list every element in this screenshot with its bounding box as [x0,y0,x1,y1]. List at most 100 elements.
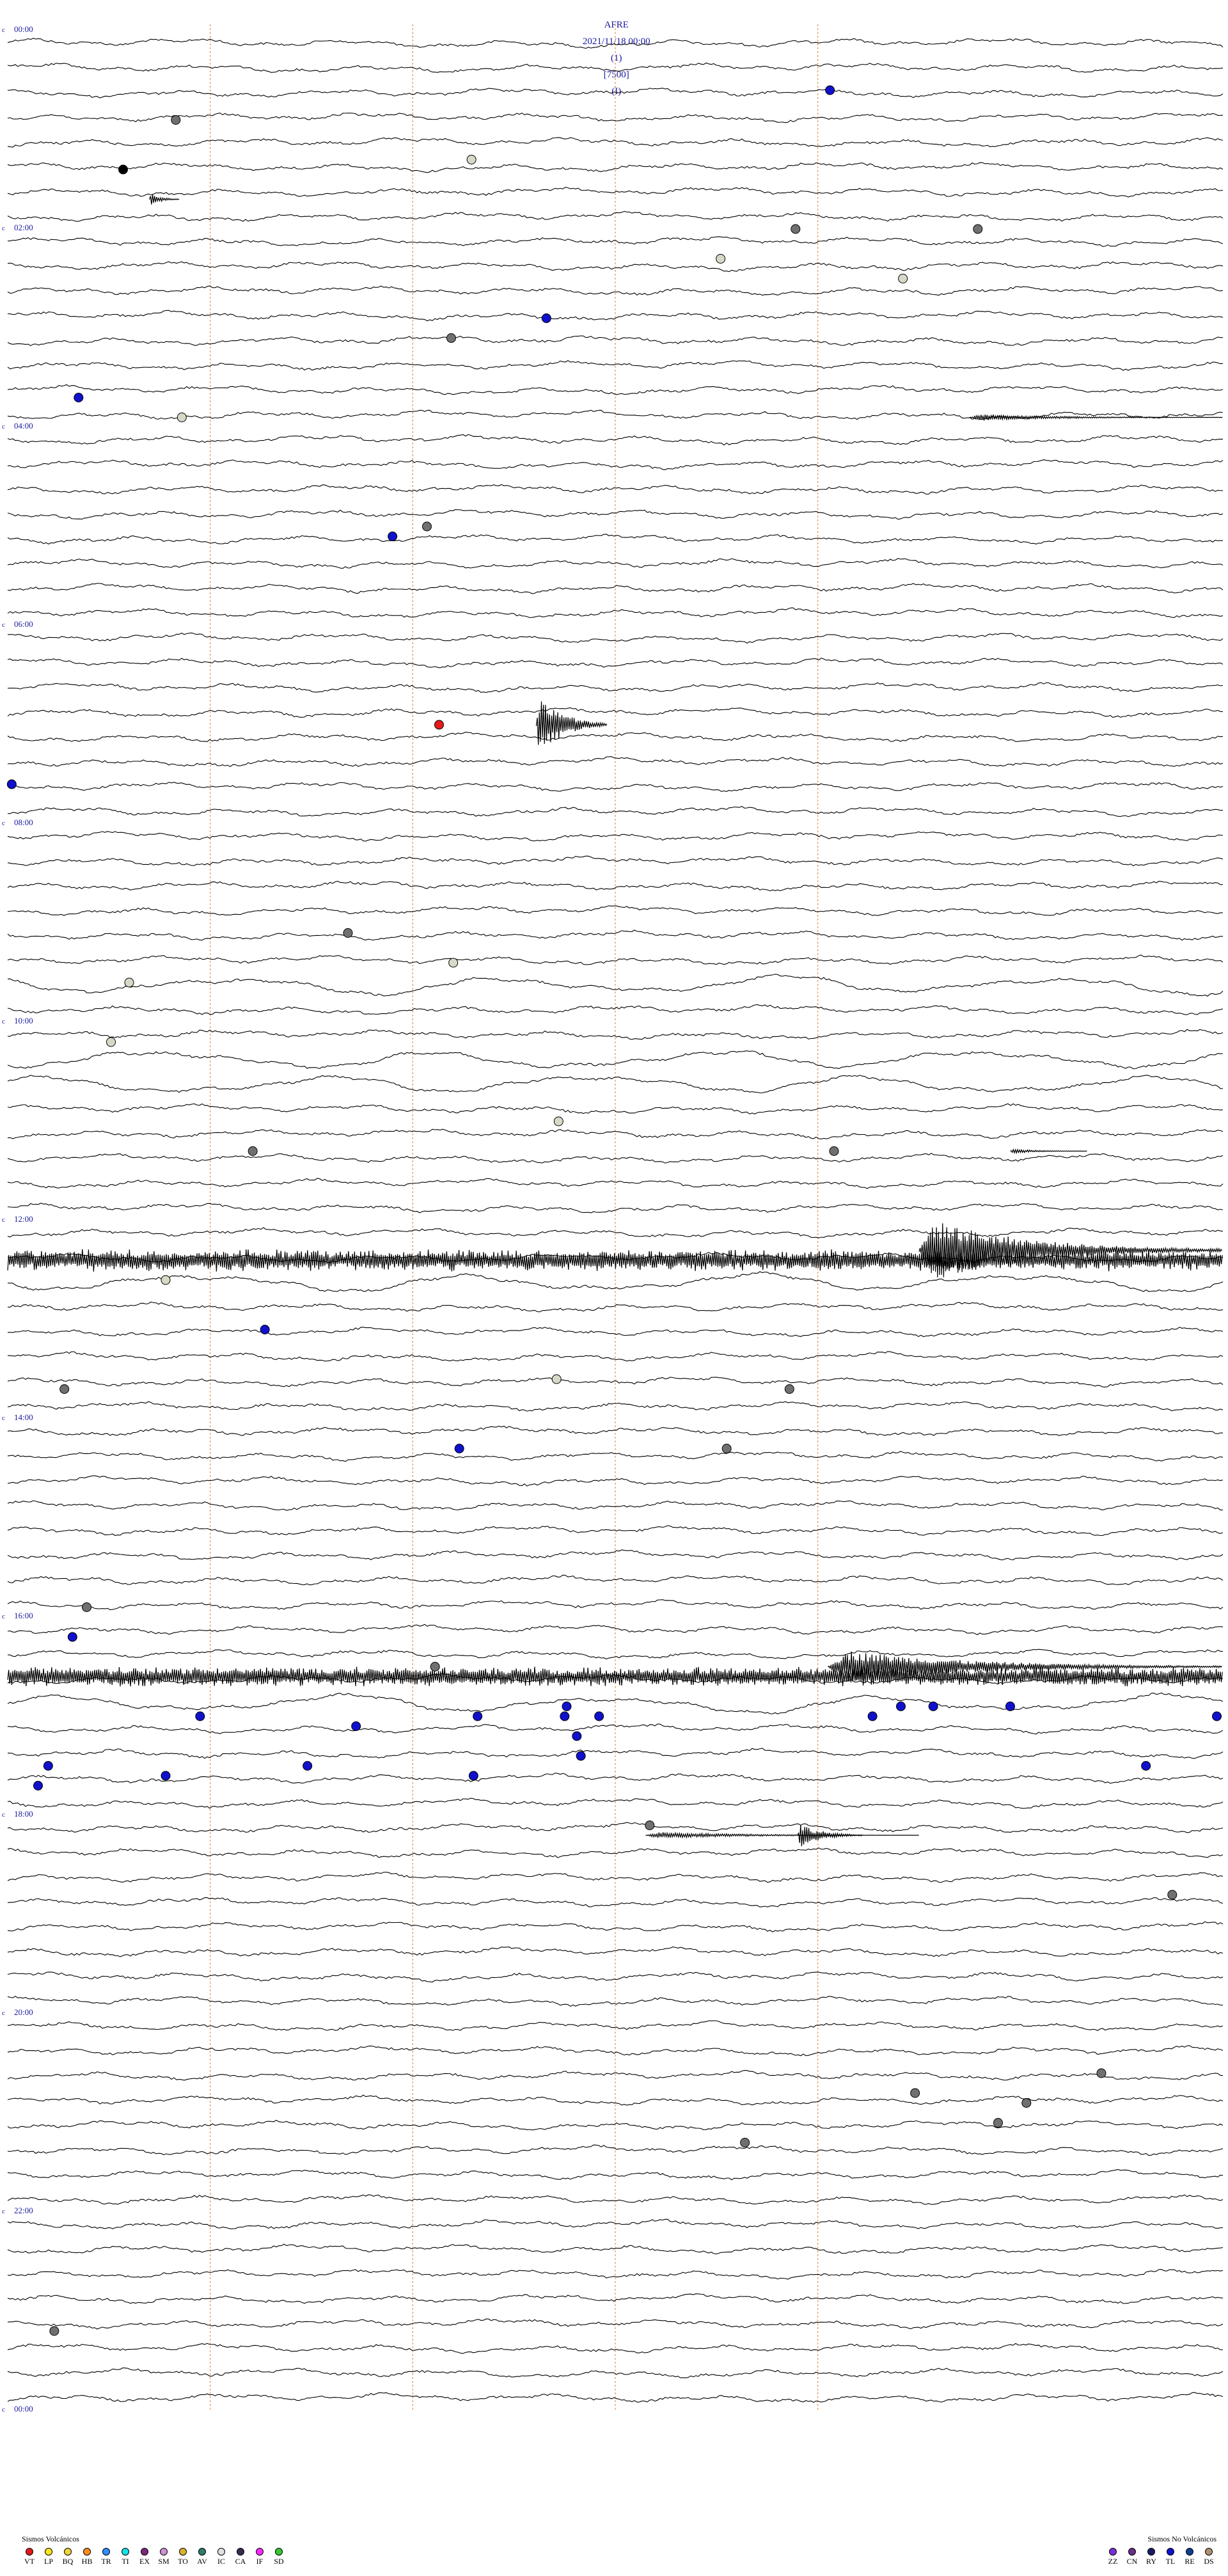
event-marker-DS[interactable] [343,928,353,938]
trace-63 [7,1599,1224,1610]
legend-item-sd: SD [271,2548,287,2566]
event-marker-DS[interactable] [784,1384,794,1394]
event-marker-TL[interactable] [351,1721,361,1731]
event-marker-DS[interactable] [59,1384,70,1394]
event-marker-DS[interactable] [430,1662,440,1671]
event-marker-IC[interactable] [106,1037,116,1047]
event-marker-TL[interactable] [1005,1702,1015,1711]
event-marker-TL[interactable] [161,1771,171,1781]
event-marker-IC[interactable] [466,155,476,164]
event-marker-IC[interactable] [553,1116,563,1126]
legend-item-ry: RY [1144,2548,1159,2566]
event-marker-IC[interactable] [177,413,187,422]
trace-78 [7,1972,1224,1983]
hour-tick: c [2,1811,5,1819]
event-marker-DS[interactable] [446,333,456,343]
event-marker-DS[interactable] [910,2088,920,2098]
trace-11 [7,310,1224,322]
event-marker-DS[interactable] [993,2118,1003,2128]
event-marker-TL[interactable] [43,1761,53,1771]
event-marker-IC[interactable] [898,274,908,283]
event-marker-TL[interactable] [388,532,398,541]
event-marker-VT[interactable] [434,720,444,730]
legend-item-lp: LP [41,2548,56,2566]
event-marker-TL[interactable] [576,1751,586,1761]
legend-item-vt: VT [22,2548,37,2566]
legend-label: CN [1126,2557,1138,2566]
trace-94 [7,2367,1224,2378]
event-marker-TL[interactable] [867,1711,878,1721]
event-marker-TL[interactable] [303,1761,313,1771]
trace-13 [7,360,1224,371]
event-marker-DS[interactable] [171,115,181,125]
legend-dot [1186,2548,1193,2556]
burst-5 [918,1223,1223,1277]
legend-dot [160,2548,168,2556]
event-marker-IC[interactable] [161,1275,171,1285]
event-marker-TL[interactable] [74,393,84,402]
event-marker-DS[interactable] [422,521,432,532]
event-marker-TL[interactable] [562,1702,572,1711]
event-marker-TL[interactable] [896,1702,906,1711]
hour-labels: 00:00 c 02:00 c 04:00 c 06:00 c 08:00 c 10:00 c 12:0… [2,24,33,2414]
event-marker-IC[interactable] [448,958,459,968]
event-marker-TL[interactable] [928,1702,938,1711]
hour-label: 18:00 [14,1809,33,1819]
event-marker-DS[interactable] [791,224,801,234]
event-marker-TL[interactable] [33,1781,43,1790]
legend-item-cn: CN [1124,2548,1140,2566]
event-marker-TL[interactable] [560,1711,570,1721]
event-marker-TL[interactable] [572,1731,582,1741]
event-marker-IC[interactable] [551,1374,562,1384]
event-marker-DS[interactable] [248,1146,258,1156]
hour-label: 12:00 [14,1214,33,1224]
hour-tick: c [2,1414,5,1422]
event-marker-DS[interactable] [829,1146,839,1156]
legend-item-sm: SM [156,2548,171,2566]
legend-dot [45,2548,52,2556]
legend-item-hb: HB [79,2548,95,2566]
event-marker-EVT[interactable] [118,164,128,175]
hour-tick: c [2,621,5,629]
event-marker-IC[interactable] [124,977,134,988]
event-marker-DS[interactable] [1096,2068,1106,2078]
legend-dot [1109,2548,1117,2556]
event-marker-TL[interactable] [825,85,835,95]
event-marker-TL[interactable] [468,1771,478,1781]
event-marker-TL[interactable] [594,1711,604,1721]
event-marker-DS[interactable] [49,2326,59,2336]
event-marker-TL[interactable] [6,779,17,789]
legend-dot [1205,2548,1213,2556]
legend-dot [275,2548,283,2556]
event-marker-TL[interactable] [67,1632,77,1642]
event-marker-DS[interactable] [1167,1890,1177,1900]
event-marker-TL[interactable] [454,1444,464,1453]
trace-52 [7,1327,1224,1338]
event-marker-DS[interactable] [721,1444,732,1453]
legend-dot [237,2548,244,2556]
event-marker-IC[interactable] [716,254,726,264]
legend-item-if: IF [252,2548,267,2566]
event-marker-DS[interactable] [82,1602,91,1612]
legend-dot [256,2548,264,2556]
hour-tick: c [2,1216,5,1224]
legend-dot [1167,2548,1174,2556]
legend-label: TI [122,2557,129,2566]
hour-tick: c [2,423,5,431]
event-marker-DS[interactable] [973,224,983,234]
event-marker-TL[interactable] [195,1711,205,1721]
hour-label: 02:00 [14,223,33,232]
trace-37 [7,954,1224,965]
event-marker-DS[interactable] [1021,2098,1032,2108]
event-marker-TL[interactable] [541,313,551,323]
trace-72 [7,1822,1224,1833]
event-marker-DS[interactable] [740,2138,750,2147]
event-marker-TL[interactable] [1141,1761,1151,1771]
event-marker-TL[interactable] [260,1325,270,1334]
event-marker-TL[interactable] [473,1711,483,1721]
hour-tick: c [2,2009,5,2017]
event-marker-DS[interactable] [645,1821,655,1830]
trace-6 [7,187,1224,198]
event-marker-TL[interactable] [1212,1711,1222,1721]
legend-dot [198,2548,206,2556]
